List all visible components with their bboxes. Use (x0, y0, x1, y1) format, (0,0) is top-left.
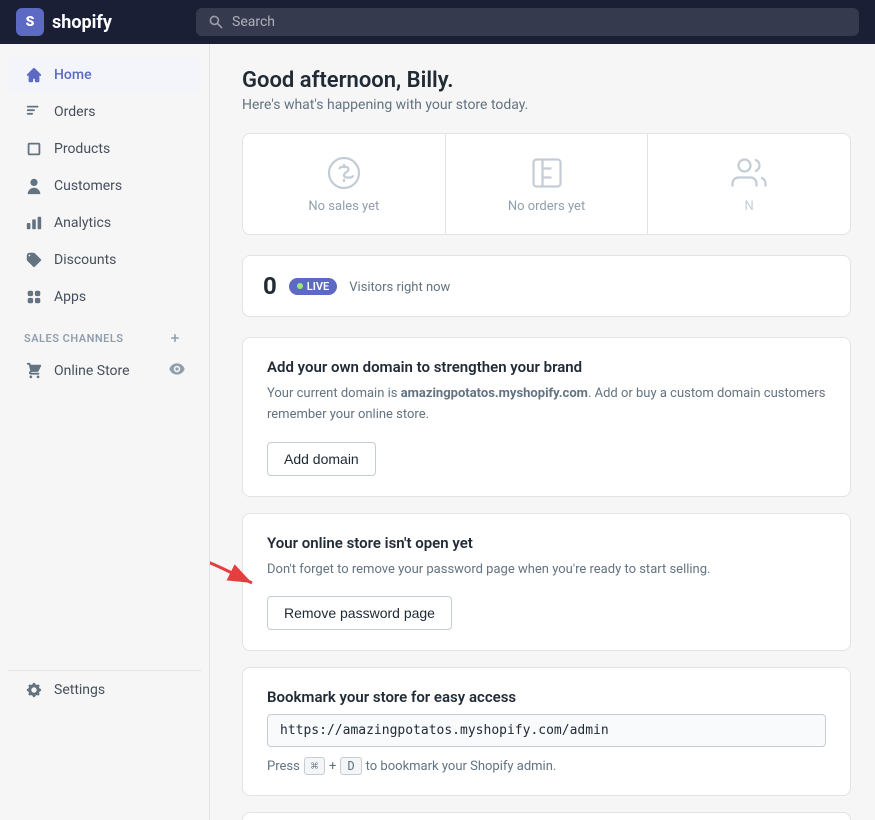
stat-sales-label: No sales yet (308, 199, 379, 214)
key-d: D (340, 757, 361, 775)
sidebar-item-customers[interactable]: Customers (8, 168, 201, 204)
stats-row: No sales yet No orders yet N (242, 133, 851, 235)
discounts-icon (24, 250, 44, 270)
bookmark-hint: Press ⌘ + D to bookmark your Shopify adm… (267, 757, 826, 775)
visitors-info: Visitors right now (349, 278, 450, 295)
add-domain-button[interactable]: Add domain (267, 442, 376, 476)
bookmark-card: Bookmark your store for easy access http… (242, 667, 851, 796)
sidebar-orders-label: Orders (54, 104, 96, 120)
search-placeholder: Search (232, 14, 275, 30)
settings-label: Settings (54, 682, 105, 698)
orders-stat-icon (529, 155, 565, 191)
stat-orders-label: No orders yet (508, 199, 585, 214)
stat-visitors: N (648, 134, 850, 234)
domain-name: amazingpotatos.myshopify.com (401, 386, 588, 401)
store-icon (24, 361, 44, 381)
domain-card-title: Add your own domain to strengthen your b… (267, 358, 826, 376)
sidebar-item-settings[interactable]: Settings (8, 672, 201, 708)
sidebar-home-label: Home (54, 67, 92, 83)
visitors-stat-icon (731, 155, 767, 191)
sales-channels-title: SALES CHANNELS (24, 332, 124, 345)
hint-before: Press (267, 759, 300, 774)
visitors-count: 0 (263, 272, 277, 300)
sales-icon (326, 155, 362, 191)
password-section: Your online store isn't open yet Don't f… (242, 513, 851, 652)
online-store-label: Online Store (54, 363, 130, 379)
domain-text-before: Your current domain is (267, 386, 401, 401)
live-dot (297, 283, 303, 289)
password-card-text: Don't forget to remove your password pag… (267, 560, 826, 581)
greeting-title: Good afternoon, Billy. (242, 68, 851, 93)
bookmark-card-title: Bookmark your store for easy access (267, 688, 826, 706)
products-icon (24, 139, 44, 159)
orders-icon (24, 102, 44, 122)
logo-text: shopify (52, 12, 112, 33)
password-card-title: Your online store isn't open yet (267, 534, 826, 552)
live-badge: LIVE (289, 278, 337, 295)
sidebar-item-analytics[interactable]: Analytics (8, 205, 201, 241)
password-card: Your online store isn't open yet Don't f… (242, 513, 851, 652)
stat-visitors-label: N (745, 199, 754, 214)
seo-card: Get your store ready for search engines … (242, 812, 851, 820)
greeting-subtitle: Here's what's happening with your store … (242, 97, 851, 113)
layout: Home Orders Products Customers Analytics (0, 44, 875, 820)
analytics-icon (24, 213, 44, 233)
hint-after: to bookmark your Shopify admin. (366, 759, 557, 774)
add-channel-button[interactable] (165, 328, 185, 348)
search-bar[interactable]: Search (196, 8, 859, 36)
apps-icon (24, 287, 44, 307)
key-cmd: ⌘ (304, 757, 325, 775)
sidebar-item-home[interactable]: Home (8, 57, 201, 93)
customers-icon (24, 176, 44, 196)
logo: S shopify (16, 8, 196, 36)
sidebar-products-label: Products (54, 141, 110, 157)
sidebar-discounts-label: Discounts (54, 252, 116, 268)
sidebar-customers-label: Customers (54, 178, 122, 194)
sidebar-item-products[interactable]: Products (8, 131, 201, 167)
topbar: S shopify Search (0, 0, 875, 44)
stat-sales: No sales yet (243, 134, 446, 234)
search-icon (208, 14, 224, 30)
eye-icon (169, 361, 185, 381)
remove-password-button[interactable]: Remove password page (267, 596, 452, 630)
domain-card: Add your own domain to strengthen your b… (242, 337, 851, 497)
stat-orders: No orders yet (446, 134, 649, 234)
shopify-icon: S (16, 8, 44, 36)
settings-icon (24, 680, 44, 700)
bookmark-url[interactable]: https://amazingpotatos.myshopify.com/adm… (267, 714, 826, 747)
sidebar-item-apps[interactable]: Apps (8, 279, 201, 315)
sidebar-apps-label: Apps (54, 289, 86, 305)
visitors-label: Visitors right now (349, 280, 450, 295)
sidebar-analytics-label: Analytics (54, 215, 111, 231)
hint-plus: + (329, 759, 336, 774)
home-icon (24, 65, 44, 85)
domain-card-text: Your current domain is amazingpotatos.my… (267, 384, 826, 426)
sidebar-item-orders[interactable]: Orders (8, 94, 201, 130)
visitors-card: 0 LIVE Visitors right now (242, 255, 851, 317)
sidebar-item-online-store[interactable]: Online Store (8, 353, 201, 389)
live-text: LIVE (307, 280, 329, 293)
sidebar: Home Orders Products Customers Analytics (0, 44, 210, 820)
sidebar-item-discounts[interactable]: Discounts (8, 242, 201, 278)
sales-channels-header: SALES CHANNELS (8, 316, 201, 352)
main-content: Good afternoon, Billy. Here's what's hap… (210, 44, 875, 820)
